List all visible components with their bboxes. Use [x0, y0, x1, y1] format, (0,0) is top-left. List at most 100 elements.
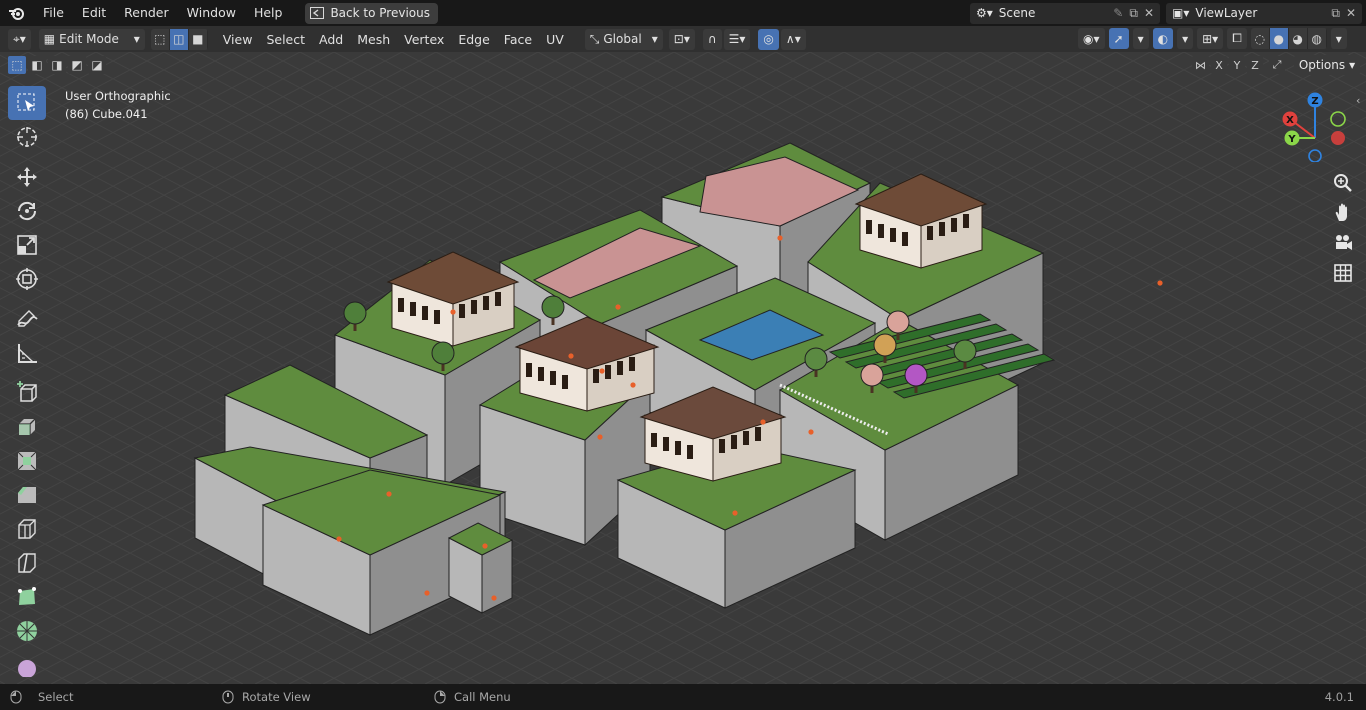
orientation-icon: ⤡	[589, 31, 600, 46]
select-extend-icon[interactable]: ◧	[28, 56, 46, 74]
transform-orientation-selector[interactable]: ⤡ Global ▾	[584, 28, 663, 50]
scale-icon	[17, 235, 37, 255]
annotate-tool[interactable]	[8, 302, 46, 336]
selected-vertex-dot	[599, 368, 605, 374]
selected-vertex-dot	[1157, 280, 1163, 286]
snap-toggle[interactable]: ∩	[702, 28, 722, 50]
scene-icon[interactable]: ⚙▾	[976, 6, 993, 20]
material-shading-icon[interactable]: ◕	[1288, 28, 1308, 49]
menu-edit[interactable]: Edit	[73, 0, 115, 26]
select-subtract-icon[interactable]: ◨	[48, 56, 66, 74]
pivot-point-selector[interactable]: ⊡▾	[668, 28, 695, 50]
gizmo-neg-z-axis[interactable]	[1308, 149, 1322, 162]
overlays-dropdown[interactable]: ▾	[1177, 28, 1194, 49]
solid-shading-icon[interactable]: ●	[1269, 28, 1289, 49]
selected-vertex-dot	[777, 235, 783, 241]
pan-button[interactable]	[1330, 200, 1356, 226]
zoom-icon	[1334, 174, 1352, 192]
mesh-edit-overlays[interactable]: ⊞▾	[1197, 28, 1224, 49]
move-tool[interactable]	[8, 160, 46, 194]
mode-selector[interactable]: ▦ Edit Mode ▾	[38, 28, 145, 50]
measure-tool[interactable]	[8, 336, 46, 370]
rotate-tool[interactable]	[8, 194, 46, 228]
bevel-tool[interactable]	[8, 478, 46, 512]
back-to-previous-button[interactable]: Back to Previous	[305, 2, 438, 24]
visibility-selector[interactable]: ◉▾	[1078, 28, 1105, 49]
status-select-hint: Select	[38, 690, 74, 704]
axis-y-button[interactable]: Y	[1229, 56, 1245, 74]
menu-face[interactable]: Face	[497, 32, 539, 47]
add-cube-tool[interactable]	[8, 376, 46, 410]
back-icon	[310, 7, 325, 19]
knife-tool[interactable]	[8, 546, 46, 580]
select-box-icon	[17, 93, 35, 111]
menu-vertex[interactable]: Vertex	[397, 32, 451, 47]
topology-mirror-icon[interactable]: ⤢	[1269, 56, 1285, 74]
orthographic-toggle-button[interactable]	[1330, 260, 1356, 286]
editor-type-button[interactable]: ⌖▾	[8, 28, 31, 50]
scale-tool[interactable]	[8, 228, 46, 262]
rotate-icon	[17, 201, 37, 221]
poly-build-tool[interactable]	[8, 580, 46, 614]
menu-select[interactable]: Select	[259, 32, 312, 47]
new-scene-icon[interactable]: ⧉	[1129, 6, 1138, 21]
select-intersect-icon[interactable]: ◪	[88, 56, 106, 74]
rendered-shading-icon[interactable]: ◍	[1307, 28, 1327, 49]
cursor-tool[interactable]	[8, 120, 46, 154]
mouse-left-icon	[10, 690, 22, 704]
spin-tool[interactable]	[8, 614, 46, 648]
shading-dropdown[interactable]: ▾	[1330, 28, 1347, 49]
gizmo-neg-x-axis[interactable]	[1331, 131, 1345, 145]
viewlayer-name-field[interactable]: ViewLayer	[1195, 6, 1325, 20]
falloff-selector[interactable]: ∧▾	[780, 28, 806, 50]
viewlayer-icon[interactable]: ▣▾	[1172, 6, 1189, 20]
overlays-toggle[interactable]: ◐	[1152, 28, 1174, 49]
transform-tool[interactable]	[8, 262, 46, 296]
select-box-tool[interactable]	[8, 86, 46, 120]
chevron-down-icon: ▾	[1137, 31, 1144, 46]
menu-help[interactable]: Help	[245, 0, 292, 26]
menu-uv[interactable]: UV	[539, 32, 571, 47]
xray-toggle[interactable]: ⧠	[1227, 28, 1247, 49]
zoom-button[interactable]	[1330, 170, 1356, 196]
sidebar-toggle-icon[interactable]: ‹	[1356, 94, 1360, 107]
pin-icon[interactable]: ✎	[1113, 6, 1123, 20]
menu-render[interactable]: Render	[115, 0, 178, 26]
blender-logo-icon[interactable]	[0, 0, 34, 26]
menu-file[interactable]: File	[34, 0, 73, 26]
select-invert-icon[interactable]: ◩	[68, 56, 86, 74]
camera-view-button[interactable]	[1330, 230, 1356, 256]
menu-add[interactable]: Add	[312, 32, 350, 47]
gizmo-toggle[interactable]: ➚	[1108, 28, 1129, 49]
gizmo-neg-y-axis[interactable]	[1330, 111, 1346, 127]
butterfly-icon[interactable]: ⋈	[1192, 56, 1209, 74]
menu-view[interactable]: View	[216, 32, 260, 47]
loop-cut-tool[interactable]	[8, 512, 46, 546]
3d-viewport[interactable]: ⬚ ◧ ◨ ◩ ◪ ⋈ X Y Z ⤢ Options ▾ ‹ User Ort…	[0, 52, 1366, 684]
delete-scene-icon[interactable]: ✕	[1144, 6, 1154, 20]
axis-z-button[interactable]: Z	[1247, 56, 1263, 74]
gizmo-dropdown[interactable]: ▾	[1132, 28, 1149, 49]
smooth-tool[interactable]	[8, 648, 46, 682]
selected-vertex-dot	[597, 434, 603, 440]
new-viewlayer-icon[interactable]: ⧉	[1331, 6, 1340, 21]
snap-target-selector[interactable]: ☰▾	[723, 28, 751, 50]
edge-select-icon[interactable]: ◫	[169, 28, 189, 50]
version-label: 4.0.1	[1324, 690, 1354, 704]
menu-window[interactable]: Window	[178, 0, 245, 26]
delete-viewlayer-icon[interactable]: ✕	[1346, 6, 1356, 20]
vertex-select-icon[interactable]: ⬚	[150, 28, 170, 50]
inset-tool[interactable]	[8, 444, 46, 478]
options-dropdown[interactable]: Options ▾	[1294, 55, 1360, 75]
menu-mesh[interactable]: Mesh	[350, 32, 397, 47]
axis-x-button[interactable]: X	[1211, 56, 1227, 74]
extrude-tool[interactable]	[8, 410, 46, 444]
menu-edge[interactable]: Edge	[451, 32, 496, 47]
proportional-edit-toggle[interactable]: ◎	[758, 28, 779, 50]
wireframe-shading-icon[interactable]: ◌	[1250, 28, 1270, 49]
viewport-header: ⌖▾ ▦ Edit Mode ▾ ⬚ ◫ ■ View Select Add M…	[0, 26, 1366, 52]
select-new-icon[interactable]: ⬚	[8, 56, 26, 74]
scene-name-field[interactable]: Scene	[999, 6, 1108, 20]
navigation-gizmo[interactable]: Z X Y	[1280, 90, 1350, 162]
face-select-icon[interactable]: ■	[188, 28, 208, 50]
